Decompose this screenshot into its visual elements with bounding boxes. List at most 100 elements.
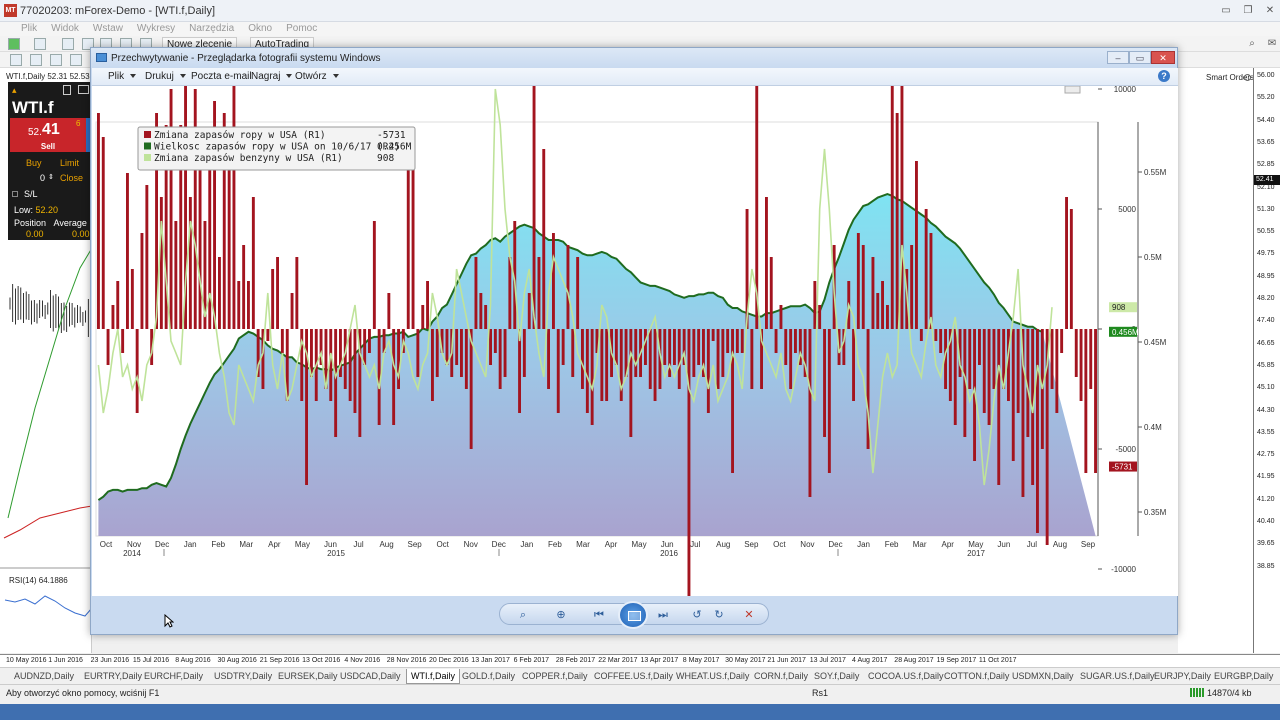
next-icon[interactable]: ⏭ (654, 607, 672, 623)
menu-wstaw[interactable]: Wstaw (86, 22, 130, 36)
sl-checkbox[interactable] (12, 191, 18, 197)
crude-change-bar (721, 329, 725, 377)
crude-change-bar (571, 329, 575, 377)
symbol-tab[interactable]: COTTON.f,Daily (940, 669, 1013, 684)
symbol-tab[interactable]: EURSEK,Daily (274, 669, 342, 684)
actual-size-icon[interactable]: ⊕ (552, 607, 570, 623)
candle-chart-icon[interactable] (30, 54, 42, 66)
symbol-tab[interactable]: EURCHF,Daily (140, 669, 207, 684)
y-left-tick: -5000 (1116, 445, 1137, 454)
viewer-menu-plik[interactable]: Plik (108, 71, 137, 82)
new-chart-icon[interactable] (8, 38, 20, 50)
symbol-tab[interactable]: GOLD.f,Daily (458, 669, 519, 684)
bar-chart-icon[interactable] (10, 54, 22, 66)
status-help-text: Aby otworzyć okno pomocy, wciśnij F1 (6, 688, 160, 698)
symbol-tab[interactable]: COPPER.f,Daily (518, 669, 592, 684)
menu-widok[interactable]: Widok (44, 22, 86, 36)
symbol-tab[interactable]: SOY.f,Daily (810, 669, 863, 684)
market-watch-icon[interactable] (62, 38, 74, 50)
line-chart-icon[interactable] (50, 54, 62, 66)
profiles-icon[interactable] (34, 38, 46, 50)
x-month-tick: Oct (436, 540, 449, 549)
x-month-tick: Mar (576, 540, 590, 549)
qty-value[interactable]: 0 (40, 171, 45, 185)
x-month-tick: Aug (716, 540, 730, 549)
symbol-tab[interactable]: WHEAT.US.f,Daily (672, 669, 753, 684)
viewer-menu-otworz[interactable]: Otwórz (295, 71, 339, 82)
viewer-maximize-icon[interactable]: ▭ (1129, 51, 1151, 64)
symbol-tab[interactable]: SUGAR.US.f,Daily (1076, 669, 1159, 684)
symbol-tab[interactable]: COFFEE.US.f,Daily (590, 669, 677, 684)
symbol-tab[interactable]: WTI.f,Daily (406, 669, 460, 684)
symbol-tab[interactable]: EURGBP,Daily (1210, 669, 1277, 684)
crude-change-bar (1036, 329, 1039, 533)
menu-pomoc[interactable]: Pomoc (279, 22, 324, 36)
minimize-icon[interactable]: ▭ (1216, 4, 1236, 18)
crude-change-bar (493, 329, 497, 353)
limit-button[interactable]: Limit (60, 156, 79, 170)
help-icon[interactable]: ? (1158, 70, 1170, 82)
viewer-menu-drukuj[interactable]: Drukuj (145, 71, 186, 82)
collapse-icon[interactable]: ▴ (12, 85, 17, 96)
crude-change-bar (537, 257, 541, 329)
smart-orders-gear-icon[interactable] (1244, 74, 1251, 81)
close-button[interactable]: Close (60, 171, 83, 185)
rotate-left-icon[interactable]: ↺ (688, 607, 706, 623)
x-year-tick: 2015 (327, 549, 345, 558)
crude-change-bar (188, 197, 192, 329)
crude-change-bar (343, 329, 347, 389)
crude-change-bar (987, 329, 991, 425)
rotate-right-icon[interactable]: ↻ (710, 607, 728, 623)
right-chart-area[interactable]: Smart Orders 56.00 55.20 54.40 53.65 52.85 52… (1178, 68, 1280, 653)
time-axis-label: 28 Nov 2016 (386, 657, 427, 664)
position-header: Position Average (14, 218, 87, 228)
qty-stepper-icon[interactable]: ⇕ (48, 171, 54, 185)
y-right-tick: 0.4M (1144, 423, 1162, 432)
crude-change-bar (900, 86, 904, 329)
viewer-menu-poczta[interactable]: Poczta e-mail (191, 71, 252, 82)
symbol-tab[interactable]: EURTRY,Daily (80, 669, 146, 684)
crude-change-bar (581, 329, 584, 389)
last-inventory-label: 0.456M (1112, 328, 1139, 337)
viewer-image-area[interactable]: 150001000050000-5000-10000-150000.55M0.5… (92, 86, 1178, 596)
symbol-tab[interactable]: USDTRY,Daily (210, 669, 276, 684)
symbol-tab[interactable]: USDMXN,Daily (1008, 669, 1078, 684)
viewer-close-icon[interactable]: ✕ (1151, 51, 1175, 64)
symbol-tab[interactable]: AUDNZD,Daily (10, 669, 78, 684)
crude-change-bar (808, 329, 812, 497)
symbol-tab[interactable]: EURJPY,Daily (1150, 669, 1215, 684)
buy-button[interactable]: Buy (26, 156, 42, 170)
search-icon[interactable]: ⌕ (1242, 37, 1262, 51)
menu-wykresy[interactable]: Wykresy (130, 22, 182, 36)
legend-toggle-icon[interactable] (1064, 86, 1081, 94)
close-icon[interactable]: ✕ (1260, 4, 1280, 18)
delete-icon[interactable]: ✕ (740, 607, 758, 623)
crude-change-bar (121, 329, 125, 353)
menu-plik[interactable]: Plik (14, 22, 44, 36)
symbol-tab[interactable]: CORN.f,Daily (750, 669, 812, 684)
viewer-menu-nagraj[interactable]: Nagraj (251, 71, 293, 82)
crude-change-bar (169, 89, 173, 329)
zoom-icon[interactable]: ⌕ (514, 607, 532, 623)
legend-value: -5731 (377, 130, 406, 141)
sell-button[interactable]: 52. 41 6 Sell (10, 118, 86, 152)
slideshow-button[interactable] (618, 601, 648, 629)
price-axis-label: 48.95 (1257, 272, 1275, 280)
previous-icon[interactable]: ⏮ (590, 607, 608, 623)
crude-change-bar (522, 329, 526, 377)
symbol-tab[interactable]: USDCAD,Daily (336, 669, 405, 684)
mail-icon[interactable] (78, 85, 89, 94)
menu-okno[interactable]: Okno (241, 22, 279, 36)
menu-narzedzia[interactable]: Narzędzia (182, 22, 241, 36)
crude-change-bar (508, 257, 512, 329)
viewer-minimize-icon[interactable]: – (1107, 51, 1129, 64)
crude-change-bar (552, 233, 555, 329)
symbol-tab[interactable]: COCOA.US.f,Daily (864, 669, 948, 684)
crude-change-bar (566, 245, 570, 329)
crude-change-bar (1060, 329, 1064, 353)
calculator-icon[interactable] (63, 85, 71, 95)
restore-icon[interactable]: ❐ (1238, 4, 1258, 18)
chat-icon[interactable]: ✉ (1262, 37, 1280, 51)
price-axis-label: 49.75 (1257, 250, 1275, 258)
zoom-in-icon[interactable] (70, 54, 82, 66)
